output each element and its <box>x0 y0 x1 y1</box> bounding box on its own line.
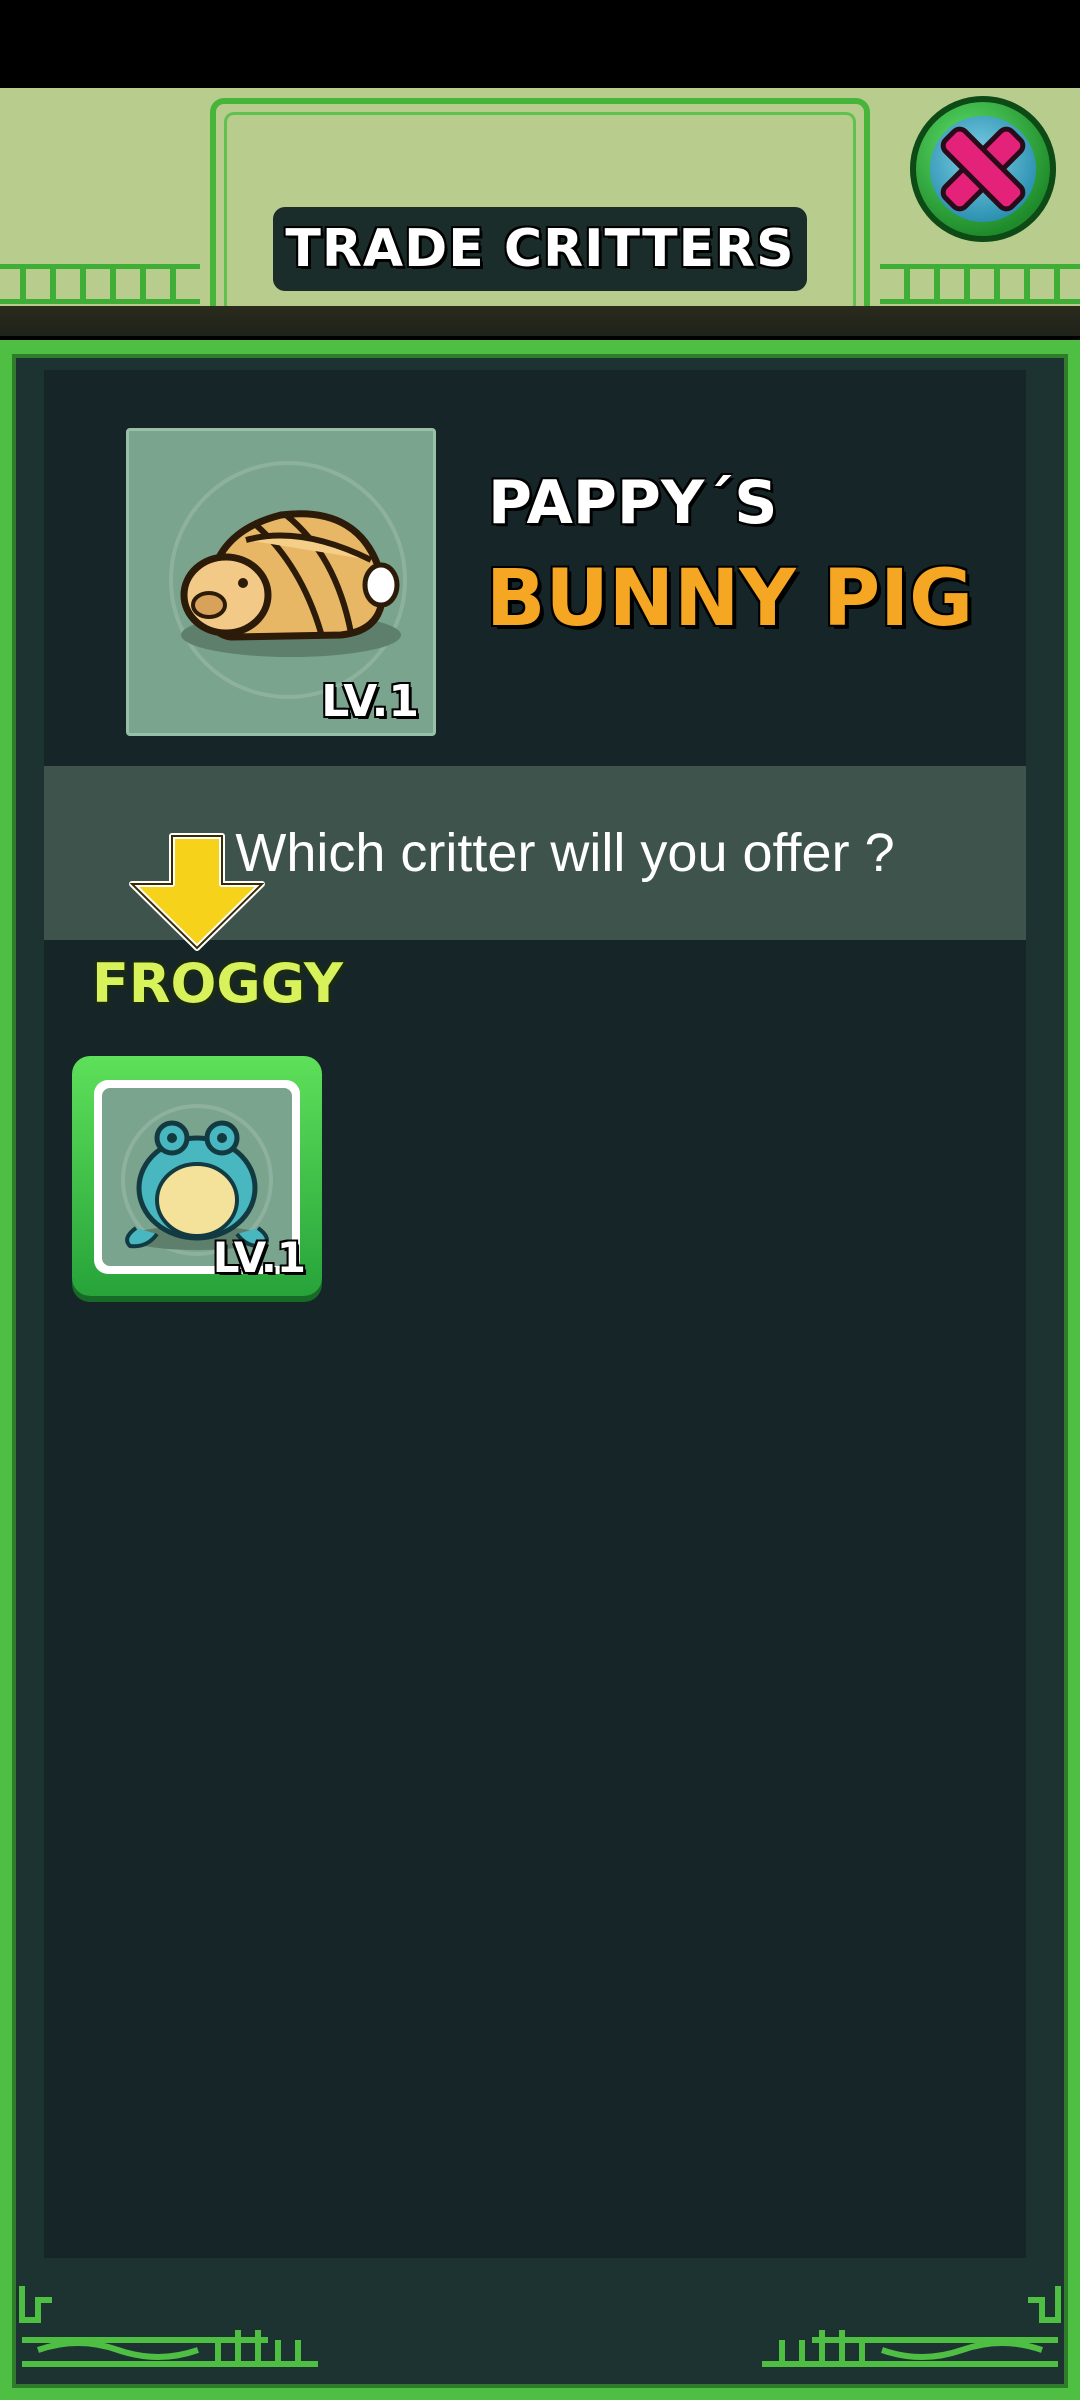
fence-rail-left <box>0 264 200 304</box>
scene-strip <box>0 306 1080 336</box>
title-plaque: TRADE CRITTERS <box>273 207 807 291</box>
offer-level: LV.1 <box>212 1233 306 1282</box>
offer-critter-card[interactable]: LV.1 <box>72 1056 322 1296</box>
featured-critter-card: LV.1 <box>126 428 436 736</box>
page-title: TRADE CRITTERS <box>285 219 795 279</box>
fence-rail-right <box>880 264 1080 304</box>
featured-critter-name: BUNNY PIG <box>486 554 974 644</box>
featured-level: LV.1 <box>321 676 419 727</box>
prompt-text: Which critter will you offer ? <box>235 823 895 883</box>
bunny-pig-icon <box>180 510 401 657</box>
offer-critter-name: FROGGY <box>92 952 343 1015</box>
status-bar <box>0 0 1080 88</box>
close-x-icon <box>940 126 1026 212</box>
owner-name: PAPPY´S <box>488 468 778 538</box>
close-button[interactable] <box>910 96 1056 242</box>
hint-arrow-icon <box>129 833 265 951</box>
bottom-ornament <box>19 2286 1061 2367</box>
